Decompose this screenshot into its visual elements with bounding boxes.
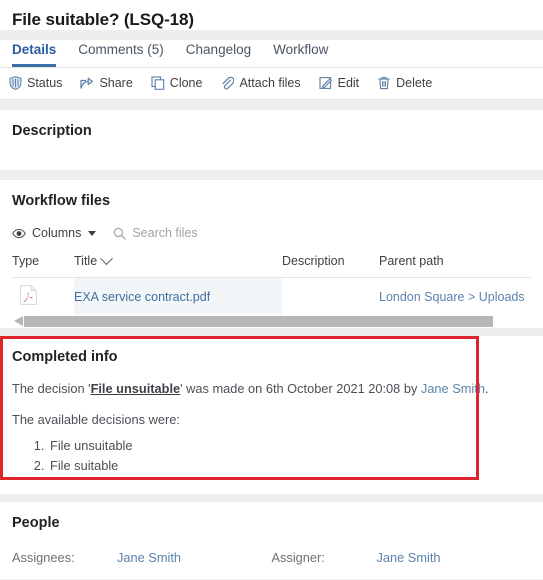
workflow-files-controls: Columns [12,226,531,240]
sort-chevron-down-icon [100,251,114,265]
tab-details[interactable]: Details [12,42,57,67]
section-divider [0,328,543,336]
clone-icon [151,76,165,90]
decision-statement: The decision 'File unsuitable' was made … [12,381,531,397]
columns-button-label: Columns [32,226,82,240]
decision-suffix: . [484,381,489,396]
columns-button[interactable]: Columns [12,226,97,240]
description-section: Description [0,110,543,170]
list-item: File suitable [48,456,531,476]
trash-icon [377,76,391,90]
section-divider [0,494,543,502]
pdf-file-icon [20,285,74,308]
available-decisions-list: File unsuitable File suitable [12,436,531,476]
status-icon [8,76,22,90]
page-header: File suitable? (LSQ-18) [0,0,543,30]
column-header-parent-path[interactable]: Parent path [379,254,531,278]
cell-type [12,278,74,316]
cell-parent-path: London Square > Uploads [379,278,531,316]
share-button[interactable]: Share [80,76,133,90]
people-title: People [12,515,60,531]
column-header-description[interactable]: Description [282,254,379,278]
section-divider [0,170,543,180]
page-title: File suitable? (LSQ-18) [12,10,194,29]
description-title: Description [12,123,92,139]
tab-bar: Details Comments (5) Changelog Workflow [0,40,543,68]
delete-button[interactable]: Delete [377,76,432,90]
column-header-title[interactable]: Title [74,251,282,278]
table-row[interactable]: EXA service contract.pdf London Square >… [12,277,531,316]
workflow-files-section: Workflow files Columns Search files Type… [0,180,543,328]
column-header-type[interactable]: Type [12,254,74,278]
decision-prefix: The decision ' [12,381,91,396]
paperclip-icon [220,76,235,90]
scrollbar-thumb[interactable] [24,316,493,327]
status-button-label: Status [27,76,63,90]
edit-button[interactable]: Edit [319,76,360,90]
assignees-label: Assignees: [12,550,75,565]
table-header-row: Type Title Description Parent path [12,251,531,278]
share-button-label: Share [99,76,133,90]
column-header-title-label: Title [74,254,98,268]
search-icon [112,226,126,240]
edit-button-label: Edit [337,76,360,90]
assignees-value-link[interactable]: Jane Smith [117,550,181,565]
pencil-icon [319,76,333,90]
attach-files-button[interactable]: Attach files [220,76,301,90]
cell-description [282,278,379,316]
tab-comments[interactable]: Comments (5) [78,42,164,67]
tab-changelog[interactable]: Changelog [186,42,251,67]
completed-info-section: Completed info The decision 'File unsuit… [0,336,543,494]
assigner-label: Assigner: [271,550,325,565]
attach-files-button-label: Attach files [239,76,301,90]
parent-path-link[interactable]: London Square > Uploads [379,290,525,304]
decision-value: File unsuitable [90,381,181,396]
delete-button-label: Delete [396,76,433,90]
scroll-left-arrow-icon[interactable] [14,316,23,326]
assigner-field: Assigner: Jane Smith [272,550,532,565]
available-decisions-label: The available decisions were: [12,412,180,427]
clone-button[interactable]: Clone [151,76,203,90]
people-section: People Assignees: Jane Smith Assigner: J… [0,502,543,579]
eye-icon [12,226,26,240]
decision-middle: ' was made on 6th October 2021 20:08 by [180,381,421,396]
section-divider [0,100,543,110]
workflow-files-title: Workflow files [12,193,111,209]
assignees-field: Assignees: Jane Smith [12,550,272,565]
horizontal-scrollbar[interactable] [12,315,531,328]
people-grid: Assignees: Jane Smith Assigner: Jane Smi… [12,550,531,565]
share-icon [80,76,94,90]
tab-workflow[interactable]: Workflow [273,42,328,67]
search-files-input[interactable] [132,226,263,240]
file-title-link[interactable]: EXA service contract.pdf [74,290,210,304]
action-toolbar: Status Share Clone Attach files Edit Del… [0,68,543,100]
chevron-down-icon [88,230,97,236]
completed-info-title: Completed info [12,349,118,365]
clone-button-label: Clone [169,76,203,90]
workflow-files-table: Type Title Description Parent path EXA s… [12,251,531,316]
cell-title: EXA service contract.pdf [74,277,282,315]
decision-person-link[interactable]: Jane Smith [421,381,485,396]
assigner-value-link[interactable]: Jane Smith [377,550,441,565]
status-button[interactable]: Status [8,76,62,90]
search-files-box[interactable] [112,226,263,240]
list-item: File unsuitable [48,436,531,456]
